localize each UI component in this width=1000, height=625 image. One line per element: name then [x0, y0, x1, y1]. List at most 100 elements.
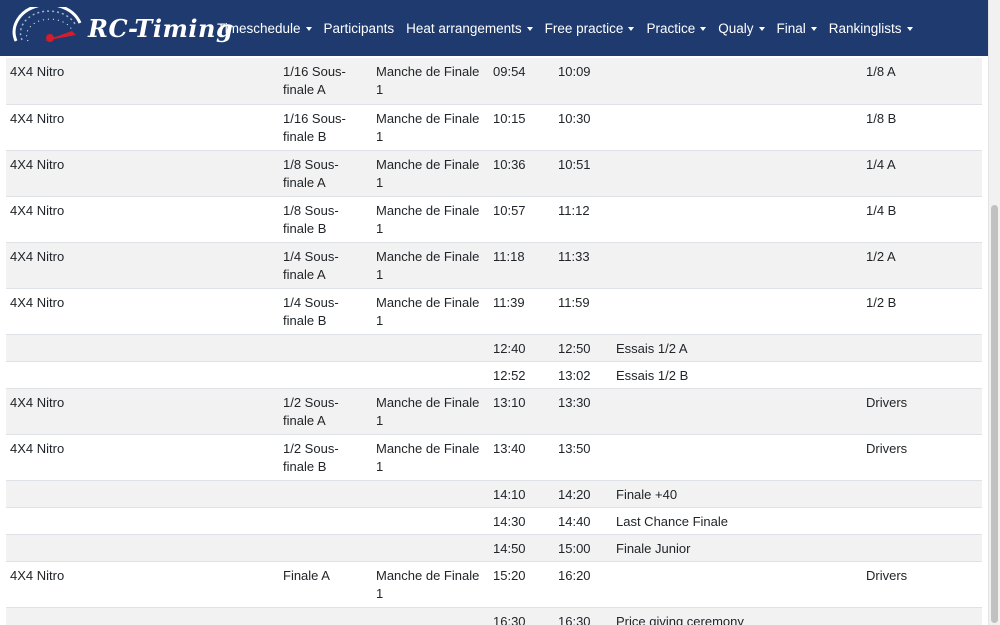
nav-item-free-practice[interactable]: Free practice	[545, 21, 635, 36]
cell-heat: 1/4 Sous-finale A	[279, 241, 372, 288]
cell-round: Manche de Finale 1	[372, 433, 489, 480]
cell-start-time: 12:52	[489, 360, 554, 388]
cell-class: 4X4 Nitro	[6, 241, 279, 288]
cell-round: Manche de Finale 1	[376, 64, 480, 97]
cell-note	[612, 149, 862, 196]
nav-item-practice[interactable]: Practice	[646, 21, 707, 36]
cell-note	[612, 103, 862, 150]
cell-start-time: 13:10	[489, 387, 554, 434]
table-row: 4X4 Nitro 1/2 Sous-finale B Manche de Fina…	[6, 433, 982, 480]
table-row: 14:50 15:00 Finale Junior	[6, 533, 982, 561]
cell-end-time: 10:51	[554, 149, 612, 196]
cell-next: 1/8 B	[862, 103, 982, 150]
cell-end-time: 11:59	[554, 287, 612, 334]
main-menu: Timeschedule Participants Heat arrangement…	[217, 21, 925, 36]
cell-heat: 1/4 Sous-finale B	[279, 287, 372, 334]
cell-heat	[279, 479, 372, 507]
cell-note	[612, 195, 862, 242]
cell-round	[372, 333, 489, 361]
cell-start-time: 12:40	[489, 333, 554, 361]
cell-class: 4X4 Nitro	[6, 560, 279, 607]
cell-heat: 1/16 Sous-finale A	[283, 64, 346, 97]
table-row: 4X4 Nitro 1/8 Sous-finale B Manche de Fina…	[6, 195, 982, 242]
cell-class: 4X4 Nitro	[6, 103, 279, 150]
cell-class: 4X4 Nitro	[10, 64, 65, 79]
cell-start-time: 10:36	[489, 149, 554, 196]
table-row: 4X4 Nitro 1/8 Sous-finale A Manche de Fina…	[6, 149, 982, 196]
cell-next: 1/2 A	[862, 241, 982, 288]
scrollbar-thumb[interactable]	[991, 205, 998, 623]
cell-note: Price giving ceremony	[612, 606, 862, 625]
cell-next	[862, 506, 982, 534]
caret-down-icon	[758, 26, 765, 31]
cell-round: Manche de Finale 1	[372, 387, 489, 434]
cell-round	[372, 606, 489, 625]
table-row: 16:30 16:30 Price giving ceremony	[6, 606, 982, 625]
cell-heat	[279, 333, 372, 361]
cell-next: Drivers	[862, 387, 982, 434]
cell-class	[6, 333, 279, 361]
timeschedule-table-body: 4X4 Nitro 1/16 Sous-finale A Manche de Fin…	[6, 58, 982, 625]
cell-class	[6, 506, 279, 534]
cell-heat	[279, 360, 372, 388]
cell-next	[862, 360, 982, 388]
cell-start-time: 14:50	[489, 533, 554, 561]
caret-down-icon	[906, 26, 913, 31]
cell-round: Manche de Finale 1	[372, 241, 489, 288]
table-row: 12:52 13:02 Essais 1/2 B	[6, 360, 982, 388]
table-row: 4X4 Nitro 1/4 Sous-finale A Manche de Fina…	[6, 241, 982, 288]
cell-round: Manche de Finale 1	[372, 103, 489, 150]
cell-next: 1/8 A	[866, 64, 896, 79]
cell-end-time: 10:09	[558, 64, 591, 79]
nav-item-label: Rankinglists	[828, 20, 902, 36]
cell-class	[6, 606, 279, 625]
table-row: 4X4 Nitro 1/16 Sous-finale B Manche de Fin…	[6, 103, 982, 150]
cell-note	[612, 560, 862, 607]
cell-round: Manche de Finale 1	[372, 287, 489, 334]
cell-heat	[279, 533, 372, 561]
table-row: 12:40 12:50 Essais 1/2 A	[6, 333, 982, 361]
cell-start-time: 14:10	[489, 479, 554, 507]
nav-item-label: Final	[776, 20, 806, 36]
nav-item-heat-arrangements[interactable]: Heat arrangements	[406, 21, 533, 36]
speedometer-icon	[12, 7, 82, 42]
cell-heat: 1/2 Sous-finale B	[279, 433, 372, 480]
cell-note	[612, 58, 862, 104]
cell-class	[6, 479, 279, 507]
nav-item-participants[interactable]: Participants	[324, 21, 395, 36]
cell-round	[372, 533, 489, 561]
cell-next: 1/4 B	[862, 195, 982, 242]
cell-heat	[279, 506, 372, 534]
table-row: 14:30 14:40 Last Chance Finale	[6, 506, 982, 534]
cell-end-time: 13:30	[554, 387, 612, 434]
brand-text: RC-Timing	[88, 14, 234, 43]
cell-start-time: 13:40	[489, 433, 554, 480]
cell-heat: 1/16 Sous-finale B	[279, 103, 372, 150]
caret-down-icon	[700, 26, 707, 31]
cell-heat: 1/8 Sous-finale B	[279, 195, 372, 242]
cell-round	[372, 479, 489, 507]
cell-note	[612, 241, 862, 288]
cell-end-time: 14:20	[554, 479, 612, 507]
nav-item-qualy[interactable]: Qualy	[718, 21, 765, 36]
cell-start-time: 14:30	[489, 506, 554, 534]
table-row: 4X4 Nitro 1/4 Sous-finale B Manche de Fina…	[6, 287, 982, 334]
vertical-scrollbar[interactable]	[988, 0, 1000, 625]
cell-end-time: 14:40	[554, 506, 612, 534]
cell-end-time: 16:20	[554, 560, 612, 607]
nav-item-rankinglists[interactable]: Rankinglists	[829, 21, 913, 36]
caret-down-icon	[526, 26, 533, 31]
table-row: 4X4 Nitro 1/16 Sous-finale A Manche de Fin…	[6, 58, 982, 104]
caret-down-icon	[305, 26, 312, 31]
cell-class	[6, 533, 279, 561]
cell-next	[862, 333, 982, 361]
cell-start-time: 11:39	[489, 287, 554, 334]
cell-note: Finale Junior	[612, 533, 862, 561]
cell-next	[862, 533, 982, 561]
cell-heat	[279, 606, 372, 625]
cell-note: Last Chance Finale	[612, 506, 862, 534]
cell-class: 4X4 Nitro	[6, 287, 279, 334]
nav-item-final[interactable]: Final	[777, 21, 817, 36]
rc-timing-logo[interactable]: RC-Timing	[0, 0, 233, 56]
cell-end-time: 15:00	[554, 533, 612, 561]
